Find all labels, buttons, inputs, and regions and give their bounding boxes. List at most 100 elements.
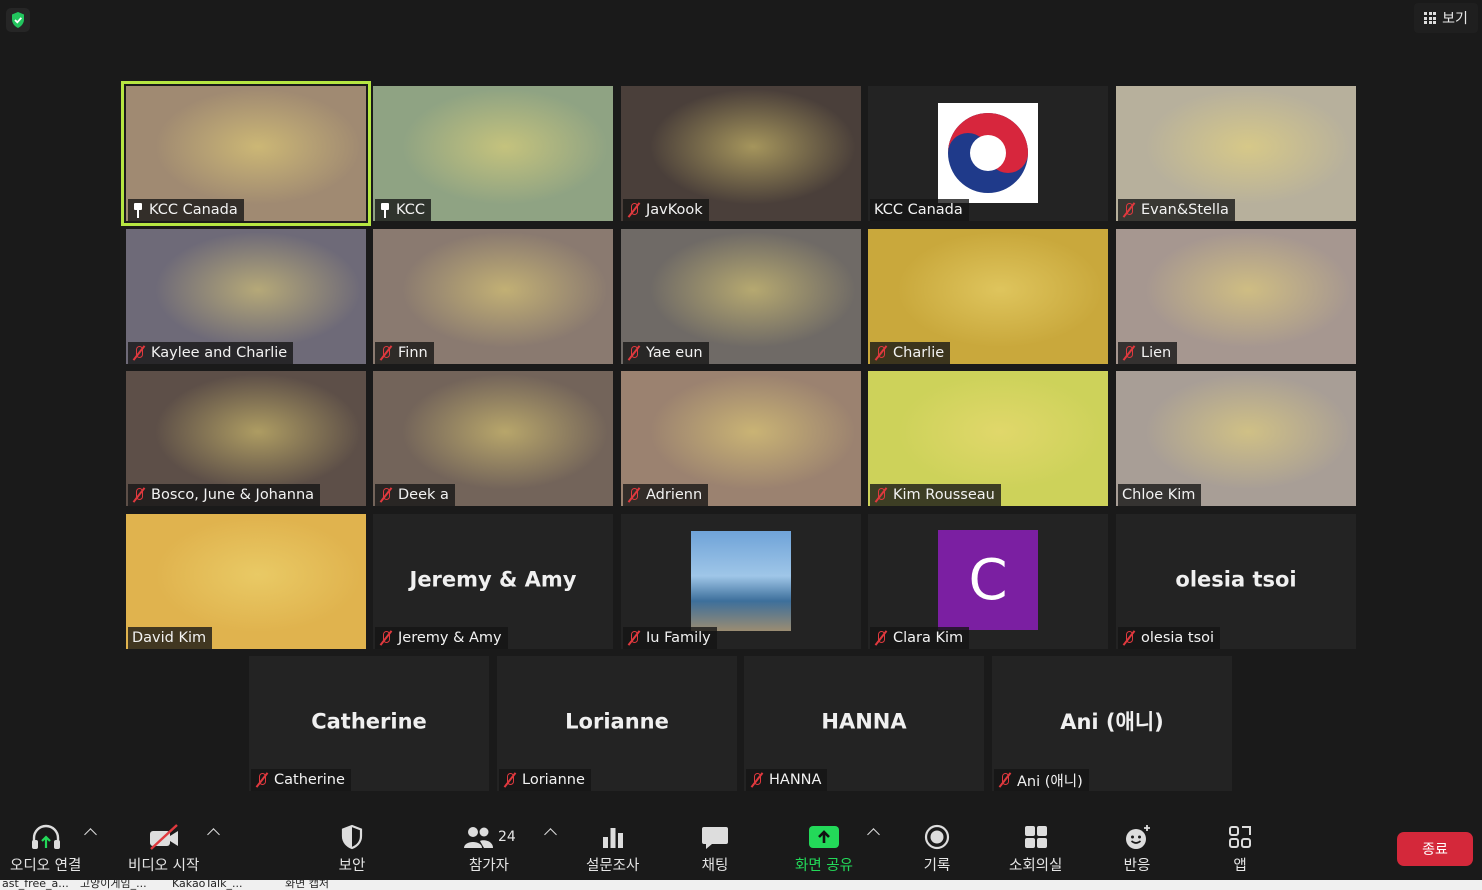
share-screen-icon [808,826,839,848]
audio-options-chevron-icon[interactable] [84,828,97,841]
taskbar-item[interactable]: ast_free_a... [2,880,69,889]
view-button[interactable]: 보기 [1414,3,1478,33]
participant-name: Chloe Kim [1122,487,1196,503]
os-taskbar: ast_free_a... 고양이게임_... KakaoTalk_... 화면… [0,880,1482,890]
polls-button[interactable]: 설문조사 [586,822,639,875]
participant-tile[interactable]: Deek a [373,371,613,506]
video-options-chevron-icon[interactable] [207,828,220,841]
mic-muted-icon [627,202,641,218]
participant-name: Yae eun [646,345,703,361]
participant-name-label: Bosco, June & Johanna [128,484,321,506]
breakout-label: 소회의실 [1009,858,1063,874]
breakout-rooms-button[interactable]: 소회의실 [1009,822,1062,875]
record-button[interactable]: 기록 [923,822,951,875]
mic-muted-icon [1122,202,1136,218]
reactions-button[interactable]: 반응 [1122,822,1152,875]
participant-tile[interactable]: JavKook [621,86,861,221]
mic-muted-icon [874,630,888,646]
participant-tile[interactable]: KCC Canada [868,86,1108,221]
participant-tile[interactable]: Kaylee and Charlie [126,229,366,364]
chat-button[interactable]: 채팅 [700,822,730,875]
audio-connect-button[interactable]: 오디오 연결 [10,822,81,875]
start-video-button[interactable]: 비디오 시작 [128,822,199,875]
chat-bubble-icon [702,827,728,849]
participant-tile[interactable]: Iu Family [621,514,861,649]
participant-tile[interactable]: olesia tsoi olesia tsoi [1116,514,1356,649]
participant-name-label: KCC [375,199,431,221]
video-label: 비디오 시작 [128,858,200,874]
breakout-rooms-icon [1024,826,1047,848]
participant-name-label: Deek a [375,484,455,506]
participants-options-chevron-icon[interactable] [544,828,557,841]
shield-icon [341,824,363,850]
poll-chart-icon [602,828,623,848]
participant-tile[interactable]: Jeremy & Amy Jeremy & Amy [373,514,613,649]
taskbar-item[interactable]: 고양이게임_... [80,880,147,889]
participant-name-label: Adrienn [623,484,709,506]
security-shield-icon[interactable] [6,8,30,32]
headphones-icon [31,824,60,849]
apps-button[interactable]: 앱 [1226,822,1254,875]
participant-tile[interactable]: Catherine Catherine [249,656,489,791]
participant-display-name: olesia tsoi [1175,567,1297,592]
audio-label: 오디오 연결 [10,858,82,874]
mic-muted-icon [998,772,1012,788]
share-options-chevron-icon[interactable] [867,828,880,841]
participant-tile[interactable]: Chloe Kim [1116,371,1356,506]
taskbar-item[interactable]: KakaoTalk_... [172,880,242,889]
participant-tile[interactable]: Evan&Stella [1116,86,1356,221]
mic-muted-icon [1122,630,1136,646]
participant-name-label: JavKook [623,199,709,221]
participant-tile[interactable]: Finn [373,229,613,364]
participant-tile[interactable]: KCC [373,86,613,221]
participant-tile[interactable]: Lien [1116,229,1356,364]
chat-label: 채팅 [701,858,729,874]
participant-tile[interactable]: Bosco, June & Johanna [126,371,366,506]
participant-name-label: Charlie [870,342,951,364]
end-meeting-button[interactable]: 종료 [1397,832,1473,866]
participant-name-label: Iu Family [623,627,717,649]
avatar: C [938,530,1038,630]
participant-tile[interactable]: Kim Rousseau [868,371,1108,506]
participant-display-name: Ani (애니) [1060,709,1164,734]
participant-tile[interactable]: Charlie [868,229,1108,364]
participant-tile[interactable]: Yae eun [621,229,861,364]
participant-tile[interactable]: HANNA HANNA [744,656,984,791]
participant-name-label: Lien [1118,342,1178,364]
participant-tile[interactable]: KCC Canada [121,81,371,226]
profile-photo [691,531,791,631]
security-button[interactable]: 보안 [338,822,366,875]
participant-tile[interactable]: David Kim [126,514,366,649]
pin-icon [379,202,391,218]
participant-name-label: Kaylee and Charlie [128,342,294,364]
mic-muted-icon [503,772,517,788]
participant-name: Iu Family [646,630,711,646]
mic-muted-icon [132,487,146,503]
mic-muted-icon [379,630,393,646]
participant-name: olesia tsoi [1141,630,1215,646]
participant-tile[interactable]: Lorianne Lorianne [497,656,737,791]
apps-icon [1229,826,1251,848]
participant-name: HANNA [769,772,822,788]
participant-name-label: Evan&Stella [1118,199,1235,221]
participant-name: Deek a [398,487,449,503]
participant-name: Jeremy & Amy [398,630,502,646]
mic-muted-icon [874,345,888,361]
share-label: 화면 공유 [795,858,853,874]
participant-display-name: Lorianne [565,709,669,734]
participant-name-label: Kim Rousseau [870,484,1001,506]
participants-count: 24 [498,829,516,845]
participant-tile[interactable]: C Clara Kim [868,514,1108,649]
participant-name-label: Finn [375,342,434,364]
polls-label: 설문조사 [586,858,640,874]
taskbar-item[interactable]: 화면 캡처 [285,880,329,889]
participant-tile[interactable]: Ani (애니) Ani (애니) [992,656,1232,791]
participant-name: Finn [398,345,428,361]
share-screen-button[interactable]: 화면 공유 [795,822,853,875]
participant-tile[interactable]: Adrienn [621,371,861,506]
participant-name-label: Jeremy & Amy [375,627,508,649]
mic-muted-icon [627,630,641,646]
participants-button[interactable]: 24 참가자 [462,822,516,875]
participant-name-label: Yae eun [623,342,709,364]
participant-name-label: KCC Canada [128,199,244,221]
